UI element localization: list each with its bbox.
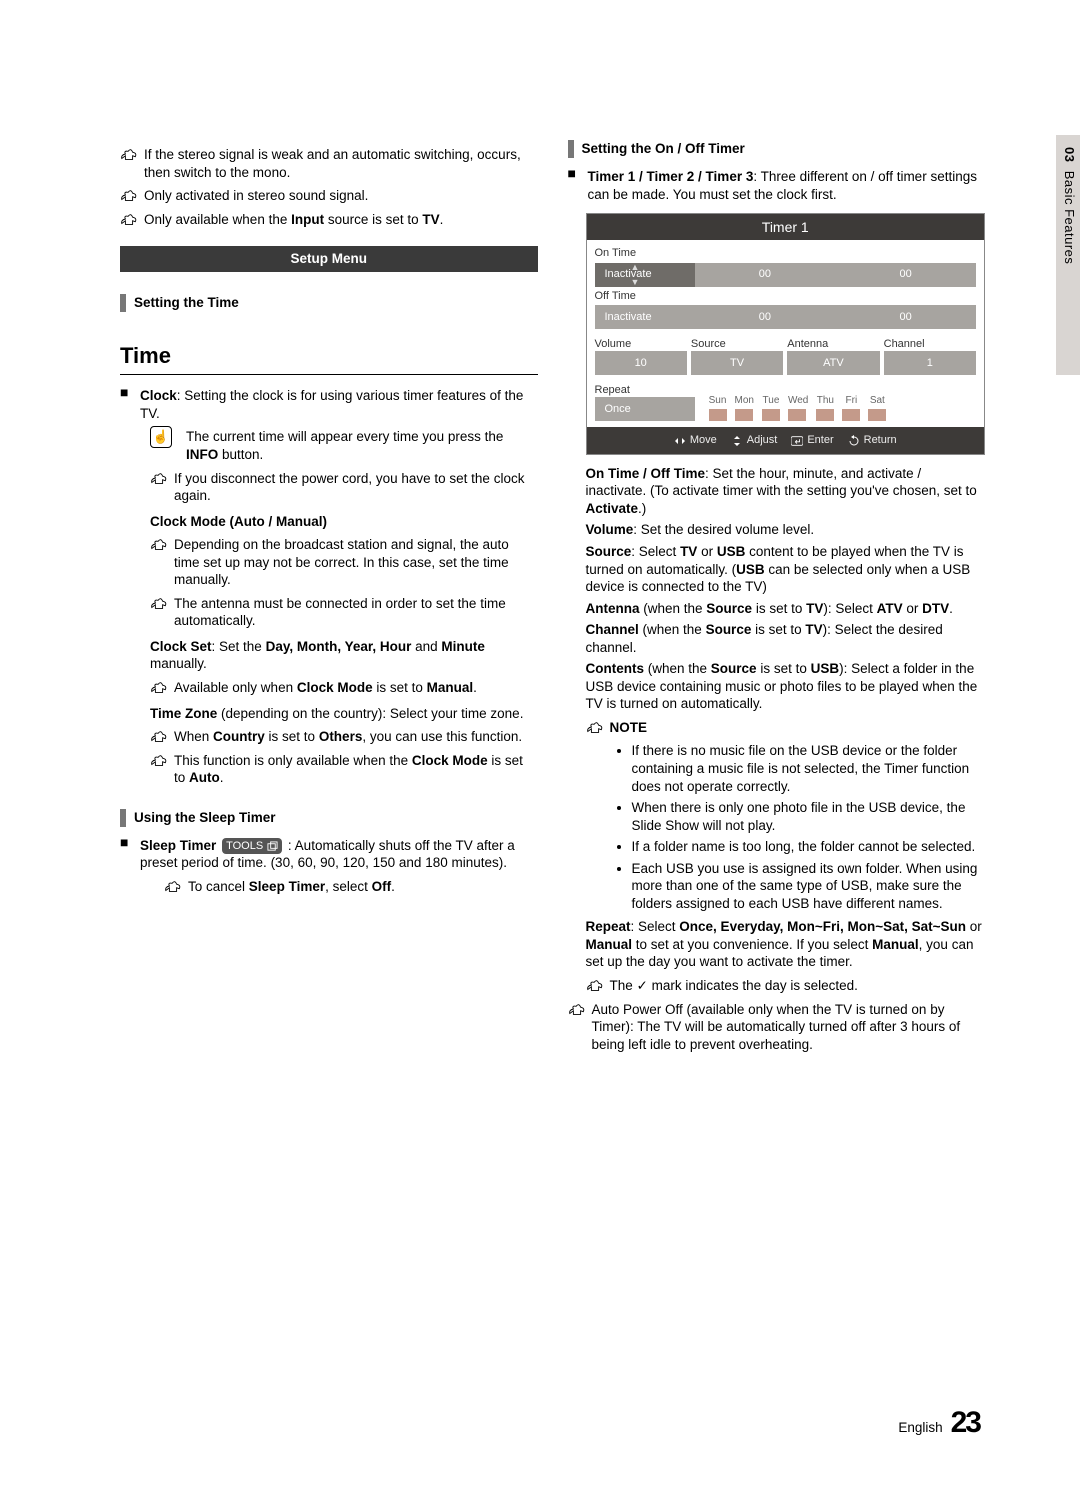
repeat-label: Repeat <box>595 383 695 397</box>
note-text: Only available when the Input source is … <box>144 211 443 229</box>
page-number: 23 <box>951 1403 980 1442</box>
off-time-min[interactable]: 00 <box>835 305 976 329</box>
off-time-hour[interactable]: 00 <box>695 305 836 329</box>
channel-value[interactable]: 1 <box>884 351 976 375</box>
note-text: To cancel Sleep Timer, select Off. <box>188 878 395 896</box>
move-key: Move <box>674 433 717 447</box>
page-footer: English 23 <box>898 1403 980 1442</box>
note-text: When Country is set to Others, you can u… <box>174 728 522 746</box>
source-label: Source <box>691 337 783 351</box>
note-text: Depending on the broadcast station and s… <box>174 536 538 589</box>
repeat-desc: Repeat: Select Once, Everyday, Mon~Fri, … <box>586 918 986 971</box>
time-zone: Time Zone (depending on the country): Se… <box>150 705 538 723</box>
notes-list: If there is no music file on the USB dev… <box>614 742 986 912</box>
note-icon <box>150 471 168 485</box>
day-sat[interactable]: Sat <box>868 394 886 421</box>
subheading-time: Setting the Time <box>120 294 538 312</box>
note-text: The ✓ mark indicates the day is selected… <box>610 977 858 995</box>
volume-desc: Volume: Set the desired volume level. <box>586 521 986 539</box>
clock-mode-label: Clock Mode (Auto / Manual) <box>150 513 538 531</box>
section-title-time: Time <box>120 342 538 376</box>
timer-dialog-title: Timer 1 <box>587 214 985 240</box>
subheading-sleep: Using the Sleep Timer <box>120 809 538 827</box>
clock-item: ■ Clock: Setting the clock is for using … <box>120 387 538 422</box>
list-item: If there is no music file on the USB dev… <box>632 742 986 795</box>
timer-dialog: Timer 1 On Time ▲Inactivate▼ 00 00 Off T… <box>586 213 986 455</box>
note-icon <box>150 680 168 694</box>
list-item: If a folder name is too long, the folder… <box>632 838 986 856</box>
info-hand-note: ☝ The current time will appear every tim… <box>150 428 538 463</box>
note-text: If you disconnect the power cord, you ha… <box>174 470 538 505</box>
channel-desc: Channel (when the Source is set to TV): … <box>586 621 986 656</box>
day-mon[interactable]: Mon <box>735 394 754 421</box>
left-column: If the stereo signal is weak and an auto… <box>120 140 538 1059</box>
timer-footer: Move Adjust Enter Return <box>587 427 985 453</box>
subheading-onoff: Setting the On / Off Timer <box>568 140 986 158</box>
note-icon <box>120 147 138 161</box>
volume-label: Volume <box>595 337 687 351</box>
note-text: The antenna must be connected in order t… <box>174 595 538 630</box>
adjust-key: Adjust <box>731 433 778 447</box>
note-icon <box>150 753 168 767</box>
chapter-tab-label: 03 Basic Features <box>1060 147 1077 264</box>
note-word: NOTE <box>610 719 648 737</box>
on-time-label: On Time <box>595 246 977 260</box>
note-icon <box>150 596 168 610</box>
footer-lang: English <box>898 1419 942 1437</box>
note-icon <box>150 537 168 551</box>
enter-key: Enter <box>791 433 833 447</box>
note-text: If the stereo signal is weak and an auto… <box>144 146 538 181</box>
note-icon <box>150 729 168 743</box>
antenna-desc: Antenna (when the Source is set to TV): … <box>586 600 986 618</box>
tools-badge: TOOLS <box>222 838 282 854</box>
day-wed[interactable]: Wed <box>788 394 808 421</box>
note-icon <box>586 978 604 992</box>
repeat-value[interactable]: Once <box>595 397 695 421</box>
page: 03 Basic Features If the stereo signal i… <box>0 0 1080 1494</box>
list-item: When there is only one photo file in the… <box>632 799 986 834</box>
volume-value[interactable]: 10 <box>595 351 687 375</box>
day-tue[interactable]: Tue <box>762 394 780 421</box>
day-thu[interactable]: Thu <box>816 394 834 421</box>
off-time-state[interactable]: Inactivate <box>595 305 695 329</box>
note-icon <box>164 879 182 893</box>
right-column: Setting the On / Off Timer ■ Timer 1 / T… <box>568 140 986 1059</box>
day-sun[interactable]: Sun <box>709 394 727 421</box>
note-text: Only activated in stereo sound signal. <box>144 187 368 205</box>
day-selector[interactable]: Sun Mon Tue Wed Thu Fri Sat <box>701 394 887 421</box>
note-text: Available only when Clock Mode is set to… <box>174 679 477 697</box>
setup-menu-header: Setup Menu <box>120 246 538 272</box>
sleep-timer-item: ■ Sleep Timer TOOLS : Automatically shut… <box>120 837 538 872</box>
on-time-state[interactable]: ▲Inactivate▼ <box>595 263 695 287</box>
source-desc: Source: Select TV or USB content to be p… <box>586 543 986 596</box>
hand-icon: ☝ <box>150 426 172 448</box>
day-fri[interactable]: Fri <box>842 394 860 421</box>
note-icon <box>568 1002 586 1016</box>
antenna-value[interactable]: ATV <box>787 351 879 375</box>
on-time-hour[interactable]: 00 <box>695 263 836 287</box>
note-icon <box>120 212 138 226</box>
chapter-tab: 03 Basic Features <box>1056 135 1080 375</box>
note-text: Auto Power Off (available only when the … <box>592 1001 986 1054</box>
note-icon <box>120 188 138 202</box>
antenna-label: Antenna <box>787 337 879 351</box>
note-text: This function is only available when the… <box>174 752 538 787</box>
off-time-label: Off Time <box>595 289 977 303</box>
channel-label: Channel <box>884 337 976 351</box>
clock-set: Clock Set: Set the Day, Month, Year, Hou… <box>150 638 538 673</box>
list-item: Each USB you use is assigned its own fol… <box>632 860 986 913</box>
chapter-number: 03 <box>1062 147 1077 162</box>
note-icon <box>586 720 604 734</box>
chapter-title: Basic Features <box>1062 171 1077 265</box>
source-value[interactable]: TV <box>691 351 783 375</box>
contents-desc: Contents (when the Source is set to USB)… <box>586 660 986 713</box>
timer-item: ■ Timer 1 / Timer 2 / Timer 3: Three dif… <box>568 168 986 203</box>
return-key: Return <box>848 433 897 447</box>
on-time-min[interactable]: 00 <box>835 263 976 287</box>
on-off-time-desc: On Time / Off Time: Set the hour, minute… <box>586 465 986 518</box>
